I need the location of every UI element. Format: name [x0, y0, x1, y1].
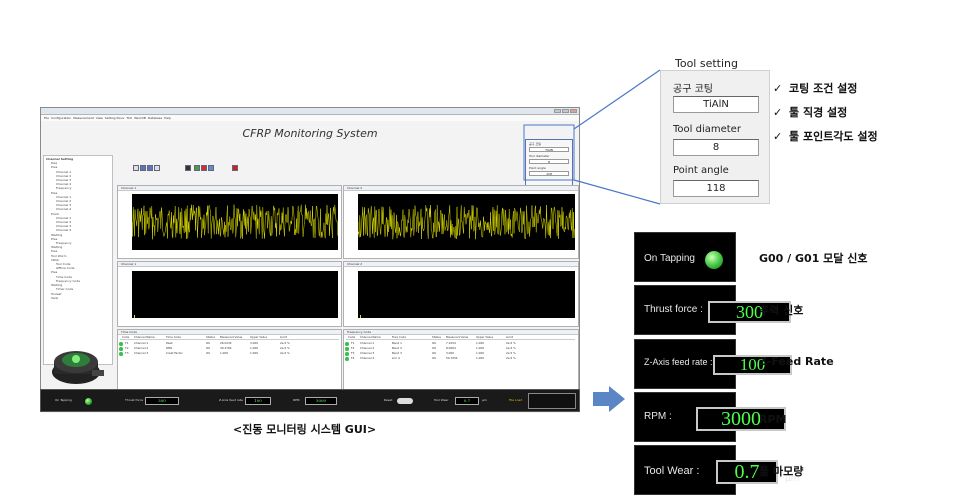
indicator-rpm: RPM : 3000: [634, 392, 786, 442]
indicator-thrust: Thrust force : 300: [634, 285, 791, 335]
connector-lines: [523, 69, 661, 205]
coating-label: 공구 코팅: [673, 84, 713, 95]
thrust-label: Thrust force :: [644, 304, 703, 315]
wear-label: Tool Wear :: [644, 465, 700, 477]
coating-field[interactable]: TiAlN: [673, 96, 759, 113]
tool-setting-header: Tool setting: [675, 57, 738, 70]
checklist-item-coating: ✓ 코팅 조건 설정: [773, 82, 858, 95]
indicator-zfeed: Z-Axis feed rate : 100: [634, 339, 792, 389]
zfeed-label: Z-Axis feed rate :: [644, 357, 713, 367]
checkmark-icon: ✓: [773, 130, 783, 143]
indicator-wear: Tool Wear : 0.7 μm: [634, 445, 800, 495]
tapping-led-icon: [705, 251, 723, 269]
angle-label: Point angle: [673, 165, 729, 176]
zfeed-desc: Z-Feed Rate: [759, 355, 834, 368]
checkmark-icon: ✓: [773, 106, 783, 119]
rpm-desc: RPM: [759, 413, 787, 426]
wear-desc: 툴 마모량: [759, 465, 804, 478]
diameter-label: Tool diameter: [673, 124, 741, 135]
rpm-label: RPM :: [644, 411, 672, 422]
diameter-field[interactable]: 8: [673, 139, 759, 156]
angle-field[interactable]: 118: [673, 180, 759, 197]
indicator-tapping: On Tapping: [634, 232, 736, 282]
checklist-item-diameter: ✓ 툴 직경 설정: [773, 106, 848, 119]
right-arrow-icon: [593, 386, 625, 412]
tapping-label: On Tapping: [644, 253, 695, 264]
checkmark-icon: ✓: [773, 82, 783, 95]
thrust-desc: 추력 신호: [759, 304, 804, 317]
tapping-desc: G00 / G01 모달 신호: [759, 252, 868, 265]
tool-setting-box: 공구 코팅 TiAlN Tool diameter 8 Point angle …: [660, 70, 770, 204]
checklist-item-angle: ✓ 툴 포인트각도 설정: [773, 130, 878, 143]
